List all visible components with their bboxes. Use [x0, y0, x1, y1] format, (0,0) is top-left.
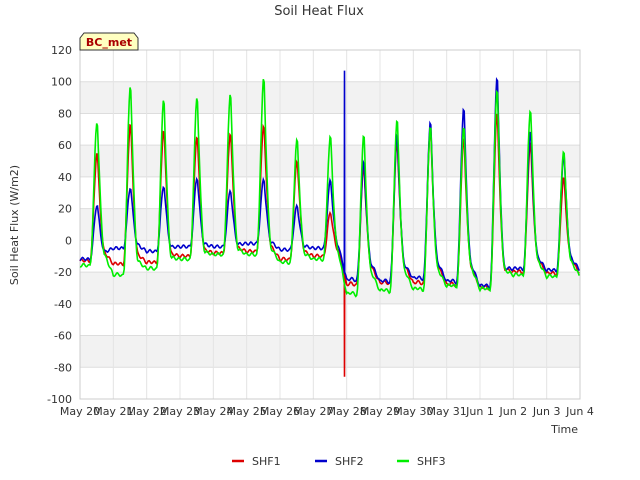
y-tick-label: 120 — [51, 44, 72, 57]
x-tick-label: May 31 — [427, 405, 467, 418]
y-tick-label: -20 — [54, 266, 72, 279]
soil-heat-flux-chart: Soil Heat Flux -100-80-60-40-20020406080… — [8, 4, 594, 468]
y-tick-label: 100 — [51, 76, 72, 89]
legend-label-shf2: SHF2 — [335, 455, 364, 468]
plot-band — [80, 303, 580, 336]
y-tick-label: 40 — [58, 171, 72, 184]
plot-band — [80, 272, 580, 304]
legend-label-shf1: SHF1 — [252, 455, 281, 468]
station-badge: BC_met — [79, 32, 139, 51]
y-tick-label: -40 — [54, 298, 72, 311]
x-tick-label: Jun 2 — [498, 405, 527, 418]
x-tick-label: Jun 3 — [532, 405, 561, 418]
y-tick-label: 0 — [65, 234, 72, 247]
plot-band — [80, 50, 580, 82]
x-tick-label: Jun 4 — [565, 405, 594, 418]
y-tick-label: 80 — [58, 107, 72, 120]
y-tick-label: 60 — [58, 139, 72, 152]
station-badge-label: BC_met — [86, 36, 132, 49]
legend-label-shf3: SHF3 — [417, 455, 446, 468]
plot-band — [80, 81, 580, 114]
plot-band — [80, 367, 580, 399]
plot-band — [80, 335, 580, 368]
x-tick-label: Jun 1 — [465, 405, 494, 418]
plot-bands — [80, 50, 580, 399]
x-tick-labels: May 20May 21May 22May 23May 24May 25May … — [60, 405, 594, 418]
plot-band — [80, 145, 580, 177]
y-tick-labels: -100-80-60-40-20020406080100120 — [47, 44, 72, 406]
y-tick-label: -80 — [54, 361, 72, 374]
y-axis-label: Soil Heat Flux (W/m2) — [8, 165, 21, 285]
legend: SHF1 SHF2 SHF3 — [232, 455, 446, 468]
y-tick-label: 20 — [58, 203, 72, 216]
chart-title: Soil Heat Flux — [274, 4, 364, 19]
x-axis-label: Time — [550, 423, 578, 436]
y-tick-label: -60 — [54, 330, 72, 343]
